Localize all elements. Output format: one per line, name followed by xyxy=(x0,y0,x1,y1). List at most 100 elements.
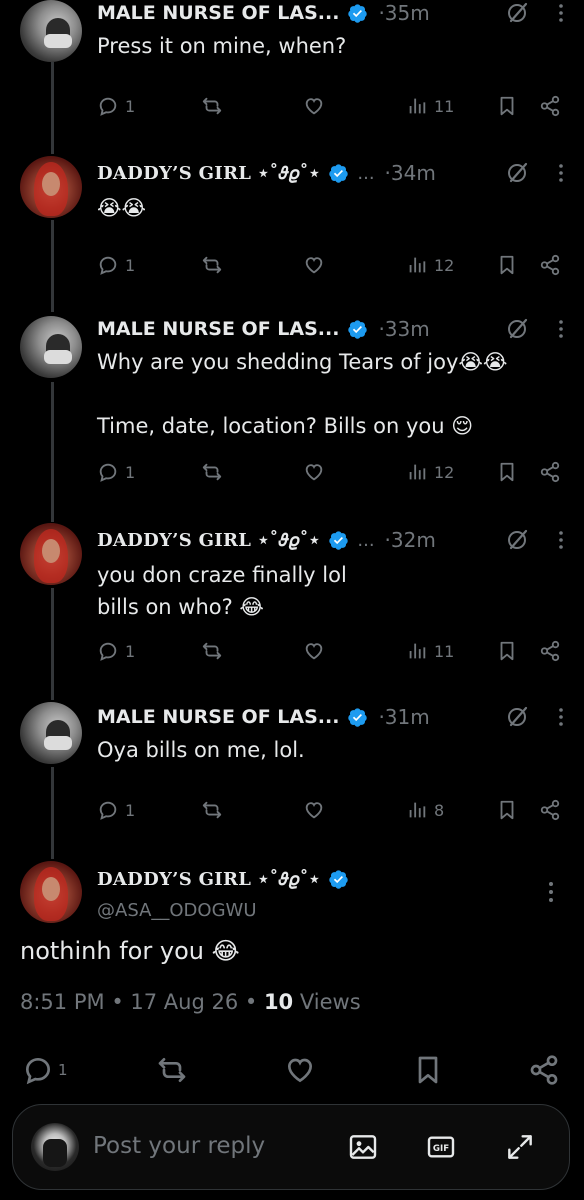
reply-button[interactable]: 1 xyxy=(97,91,135,121)
more-options-icon[interactable] xyxy=(558,3,564,23)
like-button[interactable] xyxy=(303,91,325,121)
image-icon[interactable] xyxy=(347,1131,379,1163)
bookmark-button[interactable] xyxy=(496,636,518,666)
more-options-icon[interactable] xyxy=(558,707,564,727)
post-time[interactable]: 8:51 PM xyxy=(20,990,105,1014)
like-button[interactable] xyxy=(303,250,325,280)
grok-icon[interactable] xyxy=(506,1,530,25)
reply-button[interactable]: 1 xyxy=(97,636,135,666)
main-author-name[interactable]: DADDY’S GIRL ⋆˚𝜗𝜚˚⋆ xyxy=(97,869,320,890)
views-label: Views xyxy=(299,990,361,1014)
grok-icon[interactable] xyxy=(506,528,530,552)
view-count: 8 xyxy=(434,800,445,820)
author-name[interactable]: MALE NURSE OF LAS... xyxy=(97,2,339,24)
thread-line xyxy=(51,382,54,522)
views-chart-icon xyxy=(409,464,426,480)
grok-icon[interactable] xyxy=(506,317,530,341)
bookmark-icon xyxy=(500,800,514,820)
tweet-time[interactable]: ·34m xyxy=(385,161,436,185)
more-options-icon[interactable] xyxy=(558,319,564,339)
bookmark-icon xyxy=(500,462,514,482)
tweet-time[interactable]: ·35m xyxy=(378,1,429,25)
reply-count: 1 xyxy=(125,800,136,820)
heart-icon xyxy=(305,464,323,481)
author-avatar[interactable] xyxy=(20,702,82,764)
reply-button[interactable]: 1 xyxy=(97,795,135,825)
reply-icon xyxy=(99,256,117,275)
share-button[interactable] xyxy=(539,250,561,280)
reply-input[interactable]: Post your reply xyxy=(93,1133,265,1159)
views-button[interactable]: 12 xyxy=(406,250,454,280)
view-count: 11 xyxy=(434,641,455,661)
main-bookmark-button[interactable] xyxy=(412,1050,444,1090)
post-date[interactable]: 17 Aug 26 xyxy=(130,990,238,1014)
main-like-button[interactable] xyxy=(284,1050,316,1090)
main-author-avatar[interactable] xyxy=(20,861,82,923)
main-action-bar: 1 xyxy=(0,1050,584,1090)
bookmark-button[interactable] xyxy=(496,795,518,825)
views-button[interactable]: 8 xyxy=(406,795,444,825)
views-button[interactable]: 11 xyxy=(406,636,454,666)
repost-button[interactable] xyxy=(201,457,223,487)
reply-composer[interactable]: Post your reply GIF xyxy=(12,1104,570,1190)
repost-icon xyxy=(202,463,222,481)
reply-button[interactable]: 1 xyxy=(97,457,135,487)
grok-icon[interactable] xyxy=(506,705,530,729)
like-button[interactable] xyxy=(303,795,325,825)
main-reply-button[interactable]: 1 xyxy=(22,1050,68,1090)
tweet-text: Press it on mine, when? xyxy=(97,34,347,58)
main-reply-count: 1 xyxy=(58,1061,68,1079)
view-count: 12 xyxy=(434,462,455,482)
bookmark-button[interactable] xyxy=(496,250,518,280)
bookmark-icon xyxy=(500,641,514,661)
bookmark-button[interactable] xyxy=(496,91,518,121)
repost-button[interactable] xyxy=(201,795,223,825)
main-author-handle[interactable]: @ASA__ODOGWU xyxy=(97,900,257,921)
bookmark-button[interactable] xyxy=(496,457,518,487)
reply-count: 1 xyxy=(125,641,136,661)
share-button[interactable] xyxy=(539,795,561,825)
author-avatar[interactable] xyxy=(20,523,82,585)
share-button[interactable] xyxy=(539,457,561,487)
share-button[interactable] xyxy=(539,636,561,666)
main-share-button[interactable] xyxy=(528,1050,560,1090)
author-name[interactable]: DADDY’S GIRL ⋆˚𝜗𝜚˚⋆ xyxy=(97,530,320,551)
meta-separator: • xyxy=(111,990,131,1014)
repost-button[interactable] xyxy=(201,91,223,121)
tweet-time[interactable]: ·33m xyxy=(378,317,429,341)
repost-button[interactable] xyxy=(201,636,223,666)
heart-icon xyxy=(305,98,323,115)
author-avatar[interactable] xyxy=(20,316,82,378)
tweet-text: you don craze finally lol bills on who? … xyxy=(97,563,347,619)
main-repost-button[interactable] xyxy=(156,1050,188,1090)
like-button[interactable] xyxy=(303,636,325,666)
views-button[interactable]: 12 xyxy=(406,457,454,487)
tweet-time[interactable]: ·32m xyxy=(385,528,436,552)
more-options-icon[interactable] xyxy=(558,163,564,183)
repost-icon xyxy=(158,1058,186,1082)
share-button[interactable] xyxy=(539,91,561,121)
grok-icon[interactable] xyxy=(506,161,530,185)
tweet-text: 😭😭 xyxy=(97,196,147,220)
author-avatar[interactable] xyxy=(20,156,82,218)
author-name[interactable]: DADDY’S GIRL ⋆˚𝜗𝜚˚⋆ xyxy=(97,163,320,184)
share-icon xyxy=(540,640,560,662)
verified-badge-icon xyxy=(348,3,368,23)
main-author-row[interactable]: DADDY’S GIRL ⋆˚𝜗𝜚˚⋆ xyxy=(97,864,349,894)
author-avatar[interactable] xyxy=(20,0,82,62)
tweet-time[interactable]: ·31m xyxy=(378,705,429,729)
more-options-icon[interactable] xyxy=(558,530,564,550)
current-user-avatar[interactable] xyxy=(31,1123,79,1171)
expand-icon[interactable] xyxy=(504,1131,536,1163)
more-options-icon[interactable] xyxy=(548,881,554,903)
like-button[interactable] xyxy=(303,457,325,487)
author-name[interactable]: MALE NURSE OF LAS... xyxy=(97,706,339,728)
verified-badge-icon xyxy=(348,707,368,727)
repost-button[interactable] xyxy=(201,250,223,280)
gif-icon[interactable]: GIF xyxy=(425,1131,457,1163)
tweet-text: Why are you shedding Tears of joy😭😭 Time… xyxy=(97,350,508,438)
reply-button[interactable]: 1 xyxy=(97,250,135,280)
author-name[interactable]: MALE NURSE OF LAS... xyxy=(97,318,339,340)
share-icon xyxy=(540,254,560,276)
views-button[interactable]: 11 xyxy=(406,91,454,121)
